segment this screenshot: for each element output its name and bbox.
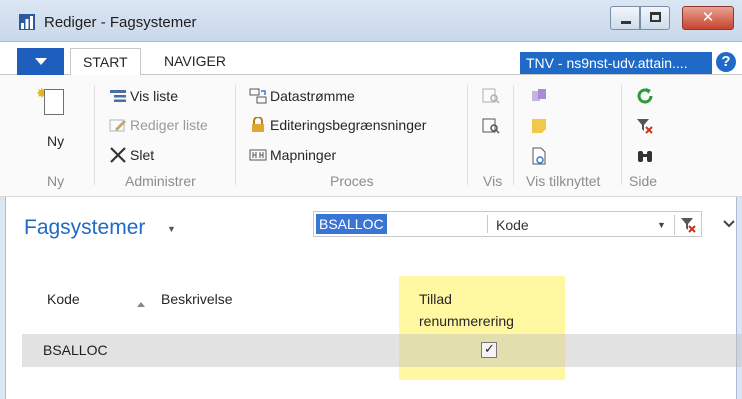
show-list-label: Vis liste — [130, 88, 178, 104]
filter-divider — [487, 215, 488, 233]
page-title[interactable]: Fagsystemer — [24, 216, 145, 240]
application-menu-button[interactable] — [17, 48, 64, 75]
minimize-button[interactable] — [610, 6, 640, 30]
window-title: Rediger - Fagsystemer — [44, 14, 197, 31]
edit-list-label: Rediger liste — [130, 117, 208, 133]
close-icon: ✕ — [701, 9, 715, 26]
quick-filter[interactable]: BSALLOC Kode ▼ — [313, 211, 702, 237]
close-button[interactable]: ✕ — [682, 6, 734, 30]
ribbon-separator — [94, 85, 95, 185]
checkmark-icon: ✓ — [484, 341, 495, 356]
delete-x-icon — [110, 147, 126, 164]
data-streams-label: Datastrømme — [270, 88, 355, 104]
title-bar: Rediger - Fagsystemer ✕ — [0, 0, 742, 42]
new-document-icon — [44, 89, 64, 115]
ribbon-separator — [513, 85, 514, 185]
filter-dropdown-icon[interactable]: ▼ — [657, 220, 666, 230]
mappings-button[interactable]: Mapninger — [249, 145, 336, 165]
renumbering-checkbox[interactable]: ✓ — [481, 341, 497, 358]
view-icon[interactable] — [482, 87, 500, 105]
refresh-icon[interactable] — [636, 87, 654, 105]
edit-restrictions-button[interactable]: Editeringsbegrænsninger — [249, 115, 426, 135]
ribbon: ✸ Ny Ny Vis liste Rediger liste Slet Adm… — [0, 75, 742, 197]
filter-clear-button[interactable] — [674, 215, 698, 235]
help-icon[interactable]: ? — [716, 52, 736, 72]
delete-label: Slet — [130, 147, 155, 163]
collapse-chevron-icon[interactable] — [722, 216, 736, 232]
group-label-vis: Vis — [483, 173, 503, 189]
view-details-icon[interactable] — [482, 117, 500, 135]
column-header-tillad[interactable]: Tillad — [419, 291, 452, 307]
sticky-note-icon[interactable] — [530, 117, 548, 135]
table-row[interactable] — [22, 334, 742, 367]
notes-icon[interactable] — [530, 87, 548, 105]
tab-naviger[interactable]: NAVIGER — [152, 48, 238, 75]
minimize-icon — [621, 21, 631, 24]
filter-field-select[interactable]: Kode — [496, 215, 529, 235]
data-streams-button[interactable]: Datastrømme — [249, 86, 355, 106]
cell-kode[interactable]: BSALLOC — [43, 342, 108, 358]
dropdown-arrow-icon — [35, 58, 47, 65]
clear-filter-icon — [681, 218, 696, 233]
sort-ascending-icon — [137, 302, 145, 307]
links-icon[interactable] — [530, 147, 548, 165]
group-label-ny: Ny — [47, 173, 65, 189]
group-label-proces: Proces — [330, 173, 374, 189]
maximize-button[interactable] — [640, 6, 670, 30]
data-streams-icon — [249, 88, 267, 104]
company-indicator[interactable]: TNV - ns9nst-udv.attain.... — [520, 52, 712, 74]
edit-restrictions-label: Editeringsbegrænsninger — [270, 117, 427, 133]
column-header-kode[interactable]: Kode — [47, 291, 80, 307]
ribbon-tab-row: START NAVIGER TNV - ns9nst-udv.attain...… — [0, 42, 742, 76]
new-button-label: Ny — [47, 133, 65, 149]
edit-list-button[interactable]: Rediger liste — [109, 115, 208, 135]
mappings-icon — [249, 149, 267, 161]
filter-search-input[interactable]: BSALLOC — [316, 214, 387, 234]
column-header-renummerering[interactable]: renummerering — [419, 313, 514, 329]
edit-list-icon — [109, 119, 126, 132]
find-binoculars-icon[interactable] — [636, 147, 654, 165]
show-list-button[interactable]: Vis liste — [109, 86, 178, 106]
chevron-down-icon[interactable]: ▼ — [167, 224, 176, 234]
column-header-beskrivelse[interactable]: Beskrivelse — [161, 291, 233, 307]
app-chart-icon — [19, 14, 35, 30]
maximize-icon — [650, 12, 661, 22]
mappings-label: Mapninger — [270, 147, 337, 163]
ribbon-separator — [235, 85, 236, 185]
delete-button[interactable]: Slet — [109, 145, 154, 165]
clear-filter-icon[interactable] — [636, 117, 654, 135]
ribbon-separator — [467, 85, 468, 185]
group-label-administrer: Administrer — [125, 173, 196, 189]
list-icon — [110, 90, 126, 103]
ribbon-separator — [621, 85, 622, 185]
tab-start[interactable]: START — [70, 48, 141, 76]
lock-icon — [252, 117, 264, 133]
group-label-side: Side — [629, 173, 658, 189]
group-label-vis-tilknyttet: Vis tilknyttet — [526, 173, 601, 189]
